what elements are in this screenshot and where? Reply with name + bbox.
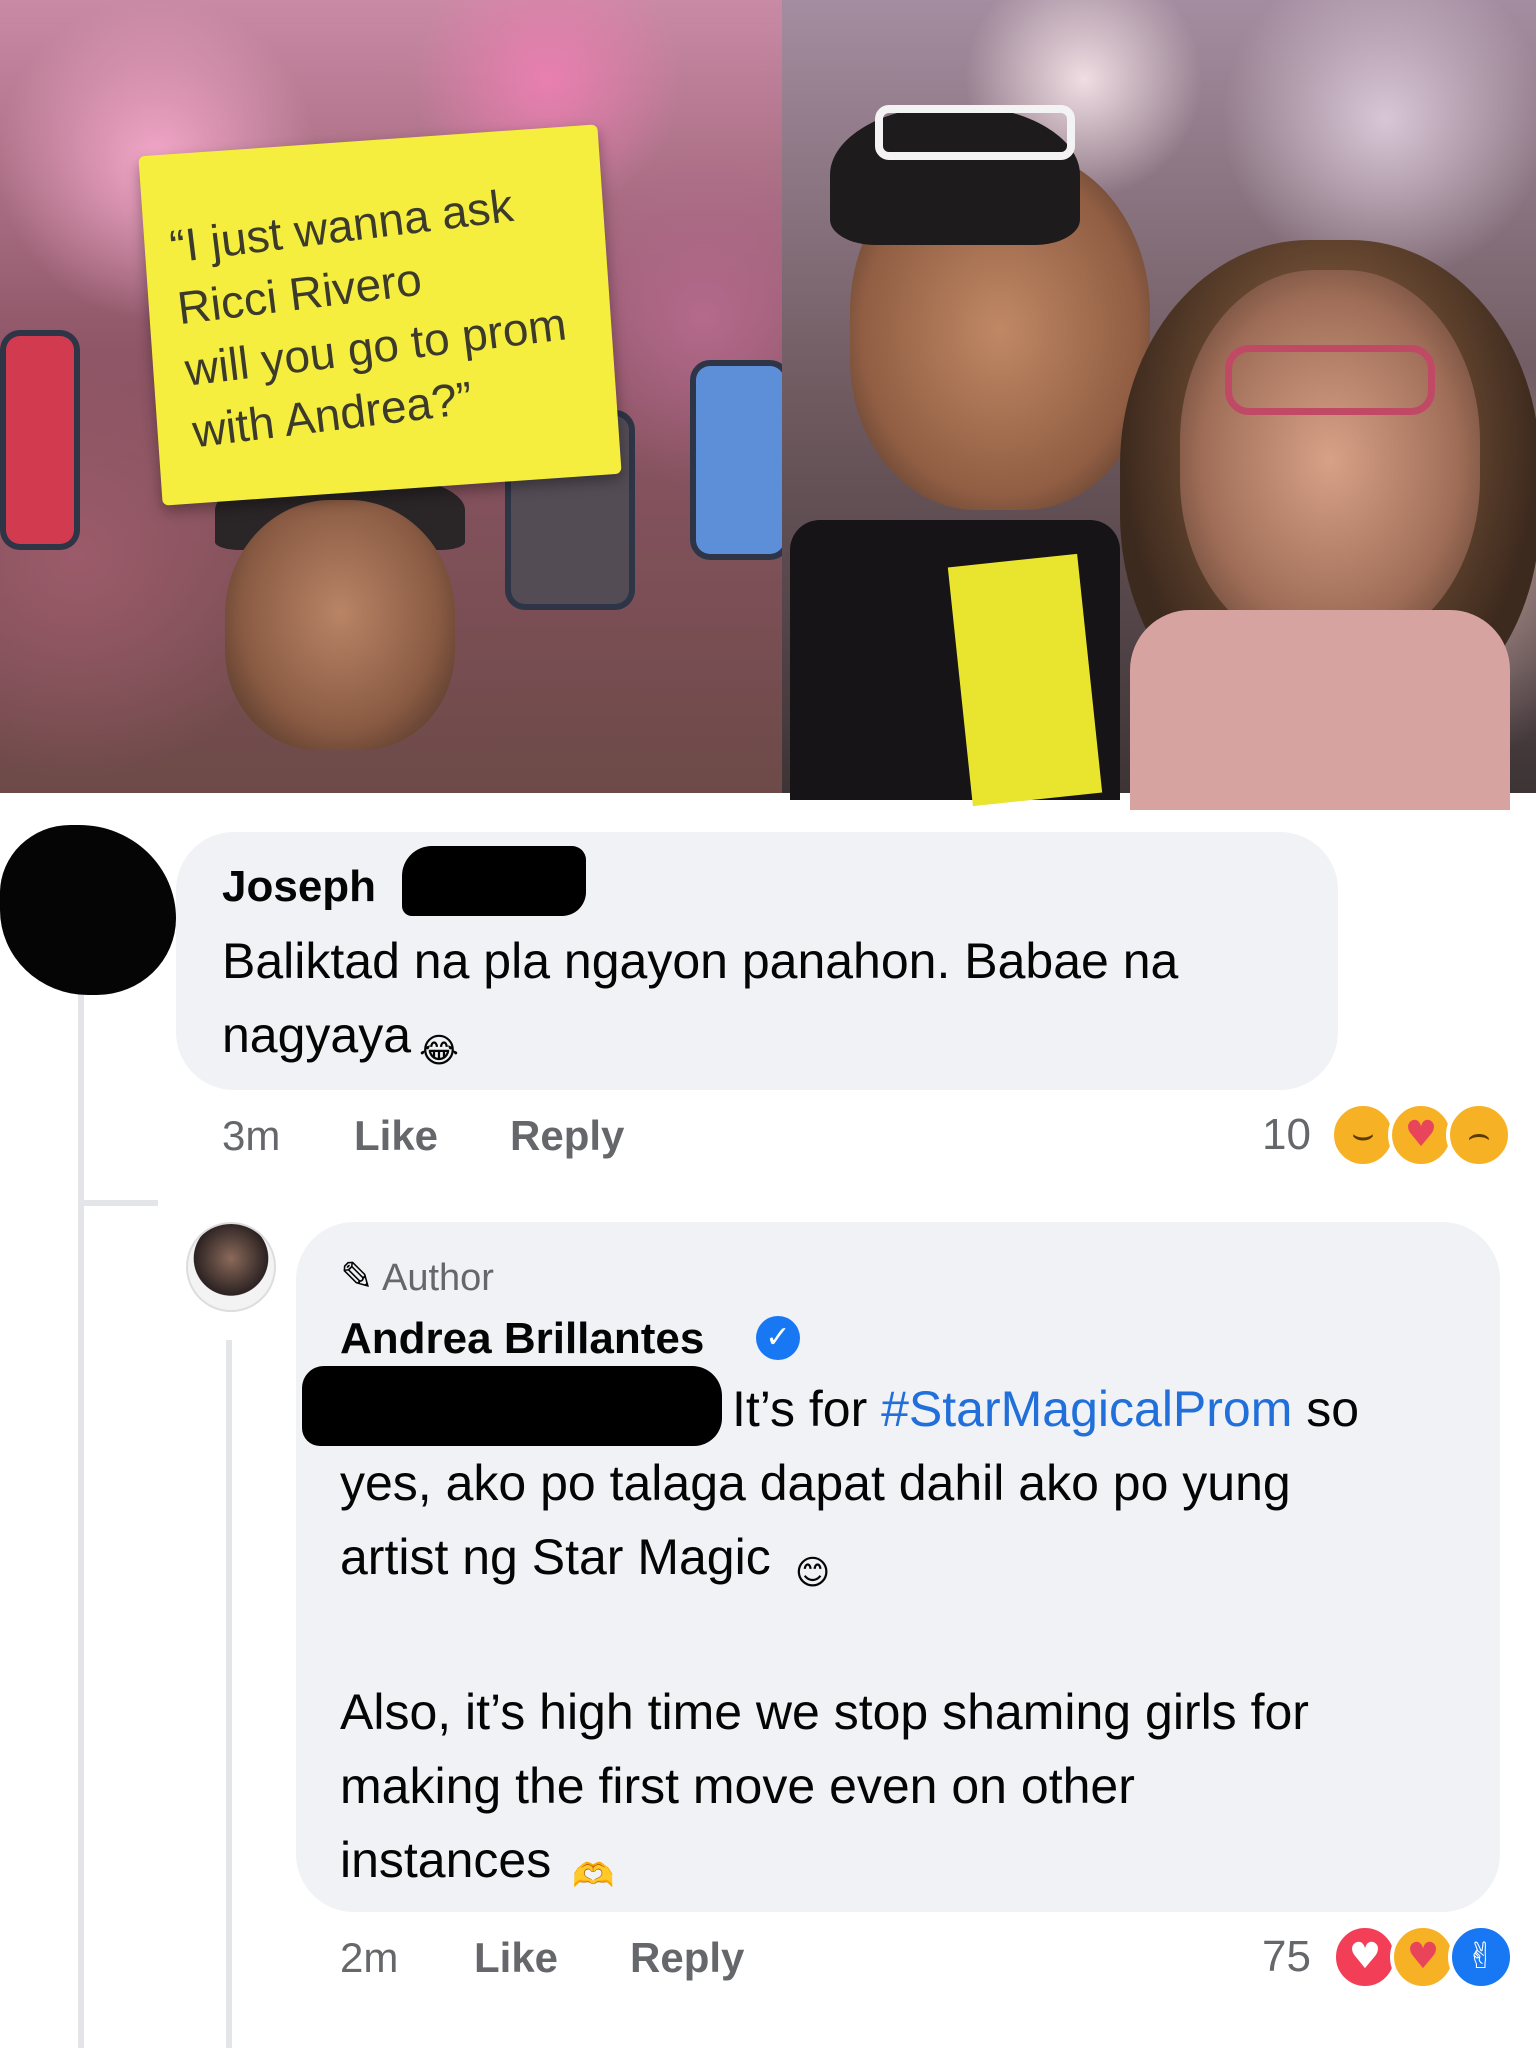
pencil-icon: ✎ [340, 1254, 374, 1300]
thread-connector [78, 1200, 158, 1206]
reply-line: Also, it’s high time we stop shaming gir… [340, 1684, 1309, 1740]
reply-line-text: It’s for [732, 1381, 882, 1437]
reaction-count[interactable]: 10 [1262, 1110, 1311, 1160]
laughing-emoji-icon: 😂 [419, 1032, 459, 1070]
thread-line [78, 990, 84, 2048]
sunglasses [875, 105, 1075, 160]
comment-line: nagyaya 😂 [222, 998, 1178, 1079]
commenter-name[interactable]: Joseph [222, 862, 376, 912]
reply-text: It’s for #StarMagicalProm so yes, ako po… [340, 1372, 1359, 1904]
yellow-sign: “I just wanna ask Ricci Rivero will you … [138, 124, 623, 506]
heart-hands-emoji-icon: 🫶 [571, 1857, 615, 1895]
haha-icon[interactable]: ⌣ [1330, 1102, 1396, 1168]
reply-line-text: instances [340, 1832, 552, 1888]
reaction-count[interactable]: 75 [1262, 1932, 1311, 1982]
comment-line: Baliktad na pla ngayon panahon. Babae na [222, 933, 1179, 989]
commenter-name[interactable]: Andrea Brillantes [340, 1314, 704, 1364]
eyeglasses [1225, 345, 1435, 415]
reply-line: yes, ako po talaga dapat dahil ako po yu… [340, 1455, 1291, 1511]
woman-face [1180, 270, 1480, 650]
woman-shoulders [1130, 610, 1510, 810]
comment-timestamp: 3m [222, 1112, 281, 1159]
post-photo-collage[interactable]: “I just wanna ask Ricci Rivero will you … [0, 0, 1536, 810]
reply-button[interactable]: Reply [630, 1934, 744, 1982]
fan-face [225, 500, 455, 750]
reply-line: It’s for #StarMagicalProm so [340, 1372, 1359, 1446]
love-icon[interactable]: ♥ [1332, 1924, 1398, 1990]
concert-photo-left: “I just wanna ask Ricci Rivero will you … [0, 0, 782, 793]
reply-line: making the first move even on other [340, 1758, 1135, 1814]
author-badge-label: Author [381, 1257, 494, 1299]
avatar[interactable] [186, 1222, 276, 1312]
avatar[interactable] [0, 825, 176, 995]
reply-line: artist ng Star Magic 😊 [340, 1520, 1359, 1601]
verified-badge-icon: ✓ [756, 1316, 800, 1360]
phone-shape [0, 330, 80, 550]
sad-icon[interactable]: ⌢ [1446, 1102, 1512, 1168]
reply-thread-line [226, 1340, 232, 2048]
redaction-mark [402, 846, 586, 916]
like-button[interactable]: Like [354, 1112, 438, 1160]
like-button[interactable]: Like [474, 1934, 558, 1982]
yellow-paper [947, 553, 1103, 807]
care-icon[interactable]: ♥ [1390, 1924, 1456, 1990]
reply-timestamp: 2m [340, 1934, 399, 1981]
author-badge: ✎ Author [340, 1254, 494, 1300]
like-icon[interactable]: ✌ [1448, 1924, 1514, 1990]
care-icon[interactable]: ♥ [1388, 1102, 1454, 1168]
smiling-emoji-icon: 😊 [794, 1554, 831, 1592]
comment-line-text: nagyaya [222, 1007, 412, 1063]
comment-text: Baliktad na pla ngayon panahon. Babae na… [222, 924, 1178, 1079]
reply-line-text: so [1292, 1381, 1360, 1437]
reply-line-text: artist ng Star Magic [340, 1529, 771, 1585]
hashtag-link[interactable]: #StarMagicalProm [881, 1381, 1292, 1437]
phone-shape [690, 360, 782, 560]
reply-button[interactable]: Reply [510, 1112, 624, 1160]
sign-text: “I just wanna ask Ricci Rivero will you … [166, 164, 623, 463]
reply-line: instances 🫶 [340, 1823, 1359, 1904]
